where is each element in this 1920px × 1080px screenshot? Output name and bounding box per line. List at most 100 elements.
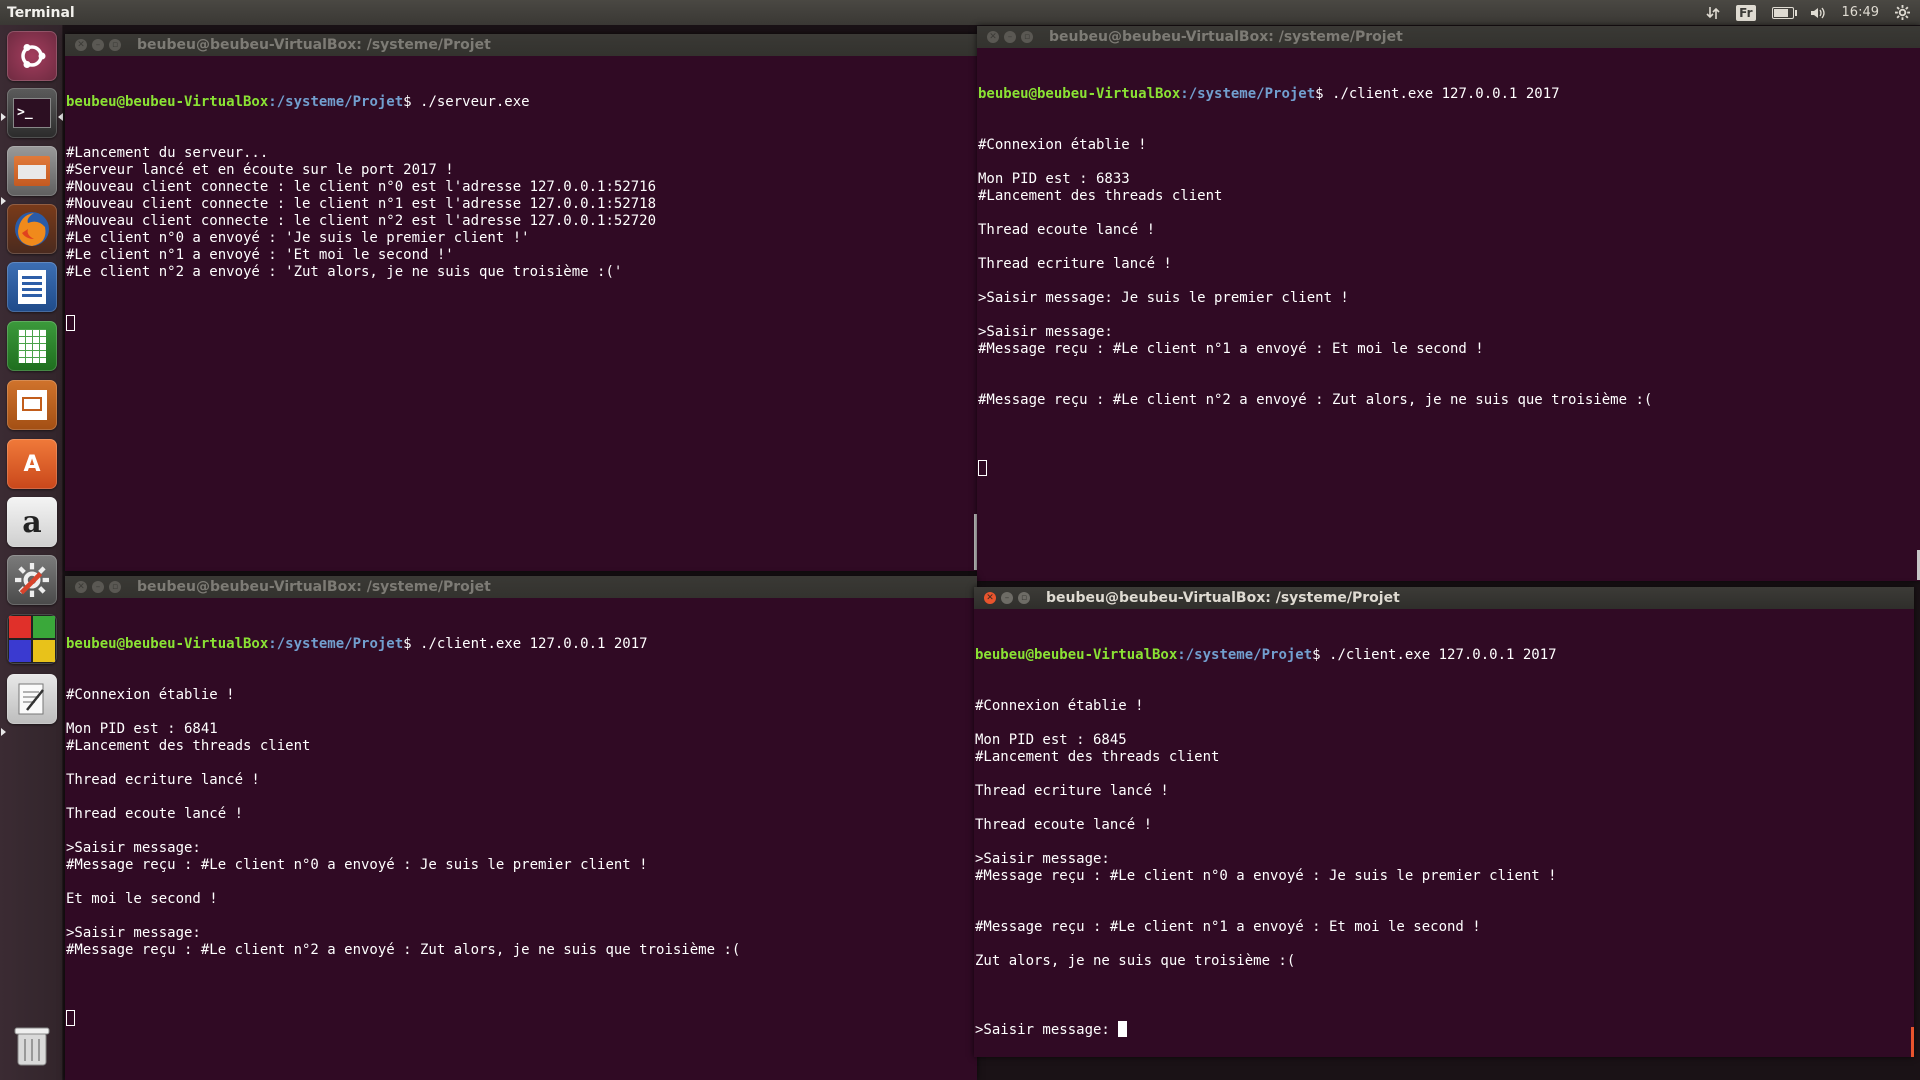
minimize-button[interactable]: – — [92, 39, 104, 51]
terminal-window-client-3[interactable]: ✕ – ▫ beubeu@beubeu-VirtualBox: /systeme… — [974, 587, 1914, 1057]
keyboard-layout-indicator[interactable]: Fr — [1736, 4, 1756, 21]
output-line: >Saisir message: — [66, 840, 201, 856]
input-line[interactable]: >Saisir message: — [975, 1021, 1914, 1038]
terminal-output[interactable]: beubeu@beubeu-VirtualBox:/systeme/Projet… — [65, 56, 977, 366]
output-line: #Connexion établie ! — [975, 698, 1144, 714]
output-line: #Message reçu : #Le client n°0 a envoyé … — [66, 857, 648, 873]
window-titlebar[interactable]: ✕ – ▫ beubeu@beubeu-VirtualBox: /systeme… — [65, 576, 977, 598]
volume-icon[interactable] — [1810, 6, 1826, 20]
output-line: #Lancement du serveur... — [66, 145, 269, 161]
files-icon[interactable] — [7, 146, 57, 196]
output-line: Thread ecoute lancé ! — [975, 817, 1153, 833]
libreoffice-calc-icon[interactable] — [7, 321, 57, 371]
output-line: #Lancement des threads client — [978, 188, 1223, 204]
close-button[interactable]: ✕ — [75, 39, 87, 51]
battery-icon[interactable] — [1771, 6, 1797, 19]
window-title: beubeu@beubeu-VirtualBox: /systeme/Proje… — [137, 579, 491, 595]
amazon-icon[interactable]: a — [7, 497, 57, 547]
launcher: >_ A a — [0, 25, 63, 1080]
terminal-window-client-2[interactable]: ✕ – ▫ beubeu@beubeu-VirtualBox: /systeme… — [65, 576, 977, 1080]
maximize-button[interactable]: ▫ — [109, 39, 121, 51]
prompt-line: beubeu@beubeu-VirtualBox:/systeme/Projet… — [66, 636, 648, 652]
ubuntu-dash-icon[interactable] — [7, 31, 57, 81]
output-line: >Saisir message: — [978, 324, 1113, 340]
output-line: >Saisir message: — [975, 851, 1110, 867]
output-line: #Le client n°0 a envoyé : 'Je suis le pr… — [66, 230, 530, 246]
gear-icon[interactable] — [1895, 5, 1910, 20]
prompt-line: beubeu@beubeu-VirtualBox:/systeme/Projet… — [978, 86, 1560, 102]
terminal-window-client-1[interactable]: ✕ – ▫ beubeu@beubeu-VirtualBox: /systeme… — [977, 26, 1920, 581]
output-line: #Le client n°1 a envoyé : 'Et moi le sec… — [66, 247, 454, 263]
terminal-window-server[interactable]: ✕ – ▫ beubeu@beubeu-VirtualBox: /systeme… — [65, 34, 977, 571]
close-button[interactable]: ✕ — [75, 581, 87, 593]
output-line: #Serveur lancé et en écoute sur le port … — [66, 162, 454, 178]
scrollbar[interactable] — [1911, 1027, 1914, 1057]
output-line: Mon PID est : 6833 — [978, 171, 1130, 187]
minimize-button[interactable]: – — [1004, 31, 1016, 43]
indicator-area: Fr 16:49 — [1706, 4, 1920, 21]
clock[interactable]: 16:49 — [1842, 5, 1879, 20]
minimize-button[interactable]: – — [92, 581, 104, 593]
output-line: Thread ecriture lancé ! — [978, 256, 1172, 272]
focused-indicator — [58, 113, 63, 121]
prompt-line: beubeu@beubeu-VirtualBox:/systeme/Projet… — [975, 647, 1557, 663]
terminal-cursor — [66, 315, 977, 332]
window-titlebar[interactable]: ✕ – ▫ beubeu@beubeu-VirtualBox: /systeme… — [977, 26, 1920, 48]
terminal-icon[interactable]: >_ — [7, 88, 57, 138]
window-titlebar[interactable]: ✕ – ▫ beubeu@beubeu-VirtualBox: /systeme… — [65, 34, 977, 56]
libreoffice-impress-icon[interactable] — [7, 380, 57, 430]
trash-icon[interactable] — [7, 1020, 57, 1070]
network-icon[interactable] — [1706, 6, 1720, 20]
running-indicator — [1, 197, 6, 205]
text-editor-icon[interactable] — [7, 674, 57, 724]
output-line: #Nouveau client connecte : le client n°2… — [66, 213, 657, 229]
close-button[interactable]: ✕ — [984, 592, 996, 604]
window-titlebar[interactable]: ✕ – ▫ beubeu@beubeu-VirtualBox: /systeme… — [974, 587, 1914, 609]
close-button[interactable]: ✕ — [987, 31, 999, 43]
maximize-button[interactable]: ▫ — [1018, 592, 1030, 604]
workspaces-icon[interactable] — [7, 614, 57, 664]
terminal-output[interactable]: beubeu@beubeu-VirtualBox:/systeme/Projet… — [977, 48, 1920, 511]
output-line: Et moi le second ! — [66, 891, 218, 907]
firefox-icon[interactable] — [7, 204, 57, 254]
libreoffice-writer-icon[interactable] — [7, 262, 57, 312]
output-line: #Nouveau client connecte : le client n°0… — [66, 179, 657, 195]
terminal-output[interactable]: beubeu@beubeu-VirtualBox:/systeme/Projet… — [974, 609, 1914, 1057]
output-line: >Saisir message: Je suis le premier clie… — [978, 290, 1349, 306]
maximize-button[interactable]: ▫ — [109, 581, 121, 593]
output-line: #Message reçu : #Le client n°1 a envoyé … — [978, 341, 1484, 357]
output-line: #Message reçu : #Le client n°2 a envoyé … — [66, 942, 741, 958]
window-title: beubeu@beubeu-VirtualBox: /systeme/Proje… — [1046, 590, 1400, 606]
output-line: >Saisir message: — [66, 925, 201, 941]
minimize-button[interactable]: – — [1001, 592, 1013, 604]
maximize-button[interactable]: ▫ — [1021, 31, 1033, 43]
system-settings-icon[interactable] — [7, 555, 57, 605]
output-lines: #Lancement du serveur... #Serveur lancé e… — [66, 145, 977, 281]
running-indicator — [1, 728, 6, 736]
output-line: #Message reçu : #Le client n°0 a envoyé … — [975, 868, 1557, 884]
output-line: Thread ecriture lancé ! — [66, 772, 260, 788]
ubuntu-software-icon[interactable]: A — [7, 439, 57, 489]
terminal-output[interactable]: beubeu@beubeu-VirtualBox:/systeme/Projet… — [65, 598, 977, 1061]
window-title: beubeu@beubeu-VirtualBox: /systeme/Proje… — [137, 37, 491, 53]
keyboard-layout-label: Fr — [1736, 4, 1756, 21]
output-line: Mon PID est : 6845 — [975, 732, 1127, 748]
window-title: beubeu@beubeu-VirtualBox: /systeme/Proje… — [1049, 29, 1403, 45]
output-lines: #Connexion établie ! Mon PID est : 6833 #L… — [978, 137, 1920, 426]
